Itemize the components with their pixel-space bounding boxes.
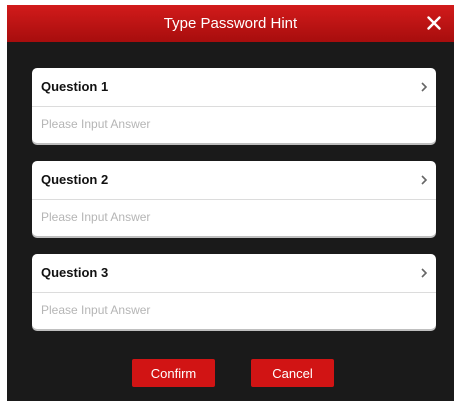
dialog-title: Type Password Hint <box>163 15 298 32</box>
chevron-right-icon <box>421 82 428 92</box>
question-card-3: Question 3 <box>32 254 436 329</box>
question-card-2: Question 2 <box>32 161 436 236</box>
confirm-button[interactable]: Confirm <box>132 359 215 387</box>
question-3-label: Question 3 <box>41 265 109 280</box>
question-1-answer-input[interactable] <box>32 107 436 141</box>
chevron-right-icon <box>421 268 428 278</box>
question-3-selector[interactable]: Question 3 <box>32 254 436 293</box>
password-hint-dialog: Type Password Hint Question 1 Question 2… <box>7 5 454 401</box>
question-1-label: Question 1 <box>41 79 109 94</box>
question-2-label: Question 2 <box>41 172 109 187</box>
chevron-right-icon <box>421 175 428 185</box>
cancel-button[interactable]: Cancel <box>251 359 334 387</box>
question-1-selector[interactable]: Question 1 <box>32 68 436 107</box>
question-card-1: Question 1 <box>32 68 436 143</box>
dialog-title-bar: Type Password Hint <box>7 5 454 42</box>
question-3-answer-input[interactable] <box>32 293 436 327</box>
question-2-selector[interactable]: Question 2 <box>32 161 436 200</box>
close-icon <box>427 16 441 30</box>
close-button[interactable] <box>420 8 448 38</box>
question-2-answer-input[interactable] <box>32 200 436 234</box>
